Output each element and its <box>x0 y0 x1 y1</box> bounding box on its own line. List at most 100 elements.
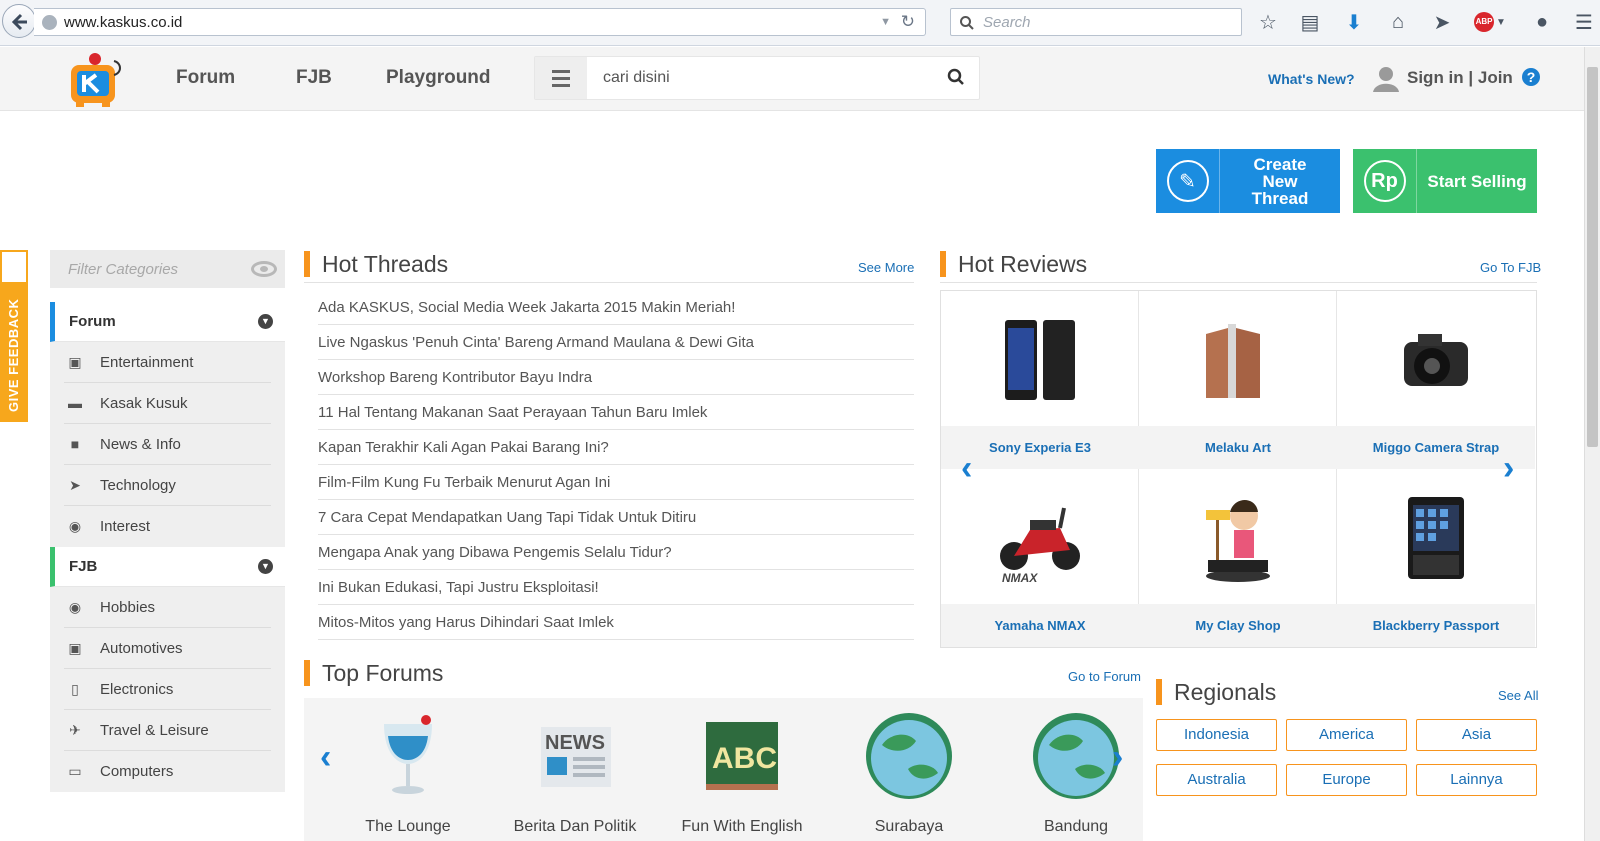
globe-icon <box>1026 706 1126 806</box>
whats-new-link[interactable]: What's New? <box>1268 71 1355 87</box>
sidebar-item-label: Interest <box>100 518 151 535</box>
sidebar-item-kasak-kusuk[interactable]: ▬ Kasak Kusuk <box>64 383 271 424</box>
forum-card[interactable]: Bandung <box>996 706 1156 836</box>
site-search-input[interactable]: cari disini <box>603 69 670 87</box>
chevron-left-icon[interactable]: ‹ <box>961 451 972 485</box>
chevron-right-icon[interactable]: › <box>1503 451 1514 485</box>
chevron-down-icon[interactable]: ▼ <box>258 314 273 329</box>
review-card[interactable]: Melaku Art <box>1139 291 1337 469</box>
scrollbar-thumb[interactable] <box>1587 67 1598 447</box>
back-button[interactable] <box>2 4 36 38</box>
sidebar-item-electronics[interactable]: ▯ Electronics <box>64 669 271 710</box>
sidebar-head-forum[interactable]: Forum ▼ <box>50 302 285 342</box>
smartphone-icon <box>989 309 1091 411</box>
top-forums-carousel: ‹ The Lounge NEWS Berita Dan Politik ABC… <box>304 698 1143 841</box>
thread-link[interactable]: Ini Bukan Edukasi, Tapi Justru Eksploita… <box>318 570 914 605</box>
nav-playground[interactable]: Playground <box>386 67 491 89</box>
download-icon[interactable]: ⬇ <box>1340 9 1368 35</box>
chevron-down-icon[interactable]: ▼ <box>258 559 273 574</box>
forum-name: Bandung <box>1043 818 1109 835</box>
bookmark-star-icon[interactable]: ☆ <box>1254 9 1282 35</box>
filter-categories-input[interactable]: Filter Categories <box>50 250 285 288</box>
site-globe-icon <box>42 15 57 30</box>
region-button-lainnya[interactable]: Lainnya <box>1416 764 1537 796</box>
sidebar-item-hobbies[interactable]: ◉ Hobbies <box>64 587 271 628</box>
region-button-indonesia[interactable]: Indonesia <box>1156 719 1277 751</box>
nav-fjb[interactable]: FJB <box>296 67 332 89</box>
forum-card[interactable]: The Lounge <box>328 706 488 836</box>
regionals-title: Regionals <box>1156 679 1276 705</box>
go-to-forum-link[interactable]: Go to Forum <box>1068 669 1141 684</box>
search-icon[interactable] <box>947 68 965 86</box>
eye-icon[interactable] <box>251 261 277 277</box>
home-icon[interactable]: ⌂ <box>1384 9 1412 35</box>
see-all-link[interactable]: See All <box>1498 688 1538 703</box>
send-icon[interactable]: ➤ <box>1428 9 1456 35</box>
browser-search-input[interactable]: Search <box>950 8 1242 36</box>
review-card[interactable]: NMAX Yamaha NMAX <box>941 469 1139 647</box>
thread-link[interactable]: 11 Hal Tentang Makanan Saat Perayaan Tah… <box>318 395 914 430</box>
palette-icon: ◉ <box>68 599 82 615</box>
review-card[interactable]: Sony Experia E3 <box>941 291 1139 469</box>
reload-icon[interactable]: ↻ <box>901 12 915 32</box>
bookmarks-list-icon[interactable]: ▤ <box>1296 9 1324 35</box>
tv-icon: ▣ <box>68 354 82 370</box>
thread-link[interactable]: Kapan Terakhir Kali Agan Pakai Barang In… <box>318 430 914 465</box>
thread-link[interactable]: Ada KASKUS, Social Media Week Jakarta 20… <box>318 290 914 325</box>
sidebar-item-label: Automotives <box>100 640 183 657</box>
thread-link[interactable]: Mengapa Anak yang Dibawa Pengemis Selalu… <box>318 535 914 570</box>
sidebar-item-travel-leisure[interactable]: ✈ Travel & Leisure <box>64 710 271 751</box>
blackberry-icon <box>1385 487 1487 589</box>
thread-link[interactable]: Mitos-Mitos yang Harus Dihindari Saat Im… <box>318 605 914 640</box>
url-bar[interactable]: www.kaskus.co.id ▼ ↻ <box>34 8 926 36</box>
thread-link[interactable]: Film-Film Kung Fu Terbaik Menurut Agan I… <box>318 465 914 500</box>
hamburger-menu-icon[interactable] <box>535 57 587 99</box>
review-name: Yamaha NMAX <box>941 604 1139 647</box>
chevron-right-icon[interactable]: › <box>1112 740 1123 774</box>
svg-text:NEWS: NEWS <box>545 732 605 754</box>
sidebar-item-entertainment[interactable]: ▣ Entertainment <box>64 342 271 383</box>
adblock-icon[interactable]: ABP ▼ <box>1472 9 1508 35</box>
thread-link[interactable]: Workshop Bareng Kontributor Bayu Indra <box>318 360 914 395</box>
thread-link[interactable]: Live Ngaskus 'Penuh Cinta' Bareng Armand… <box>318 325 914 360</box>
sidebar-item-computers[interactable]: ▭ Computers <box>64 751 271 792</box>
chat-bubble-icon[interactable]: ● <box>1528 9 1556 35</box>
kaskus-logo[interactable] <box>68 51 124 109</box>
nav-forum[interactable]: Forum <box>176 67 235 89</box>
chalkboard-icon: ABC <box>692 706 792 806</box>
sidebar-head-fjb[interactable]: FJB ▼ <box>50 547 285 587</box>
page-scrollbar[interactable] <box>1584 47 1600 841</box>
create-new-thread-button[interactable]: ✎ Create New Thread <box>1156 149 1340 213</box>
sidebar-item-automotives[interactable]: ▣ Automotives <box>64 628 271 669</box>
sidebar-item-technology[interactable]: ➤ Technology <box>64 465 271 506</box>
review-card[interactable]: Blackberry Passport <box>1337 469 1535 647</box>
sidebar-item-interest[interactable]: ◉ Interest <box>64 506 271 547</box>
forum-card[interactable]: NEWS Berita Dan Politik <box>495 706 655 836</box>
filter-placeholder: Filter Categories <box>68 261 179 278</box>
hot-threads-list: Ada KASKUS, Social Media Week Jakarta 20… <box>318 290 914 640</box>
see-more-link[interactable]: See More <box>858 260 914 275</box>
go-to-fjb-link[interactable]: Go To FJB <box>1480 260 1541 275</box>
category-sidebar: Filter Categories Forum ▼ ▣ Entertainment… <box>50 250 285 792</box>
region-button-america[interactable]: America <box>1286 719 1407 751</box>
sidebar-item-news-info[interactable]: ■ News & Info <box>64 424 271 465</box>
sign-in-join-link[interactable]: Sign in | Join <box>1407 68 1513 88</box>
back-arrow-icon <box>11 13 27 31</box>
url-dropdown-icon[interactable]: ▼ <box>880 16 891 28</box>
forum-card[interactable]: ABC Fun With English <box>662 706 822 836</box>
give-feedback-label: GIVE FEEDBACK <box>6 298 21 412</box>
review-card[interactable]: Miggo Camera Strap <box>1337 291 1535 469</box>
region-button-asia[interactable]: Asia <box>1416 719 1537 751</box>
sidebar-item-label: Travel & Leisure <box>100 722 209 739</box>
region-button-europe[interactable]: Europe <box>1286 764 1407 796</box>
start-selling-button[interactable]: Rp Start Selling <box>1353 149 1537 213</box>
region-button-australia[interactable]: Australia <box>1156 764 1277 796</box>
scooter-icon: NMAX <box>989 487 1091 589</box>
glass-icon <box>358 706 458 806</box>
rupiah-icon: Rp <box>1363 160 1406 202</box>
review-card[interactable]: My Clay Shop <box>1139 469 1337 647</box>
menu-icon[interactable]: ☰ <box>1570 9 1598 35</box>
forum-card[interactable]: Surabaya <box>829 706 989 836</box>
thread-link[interactable]: 7 Cara Cepat Mendapatkan Uang Tapi Tidak… <box>318 500 914 535</box>
help-icon[interactable]: ? <box>1522 68 1540 86</box>
